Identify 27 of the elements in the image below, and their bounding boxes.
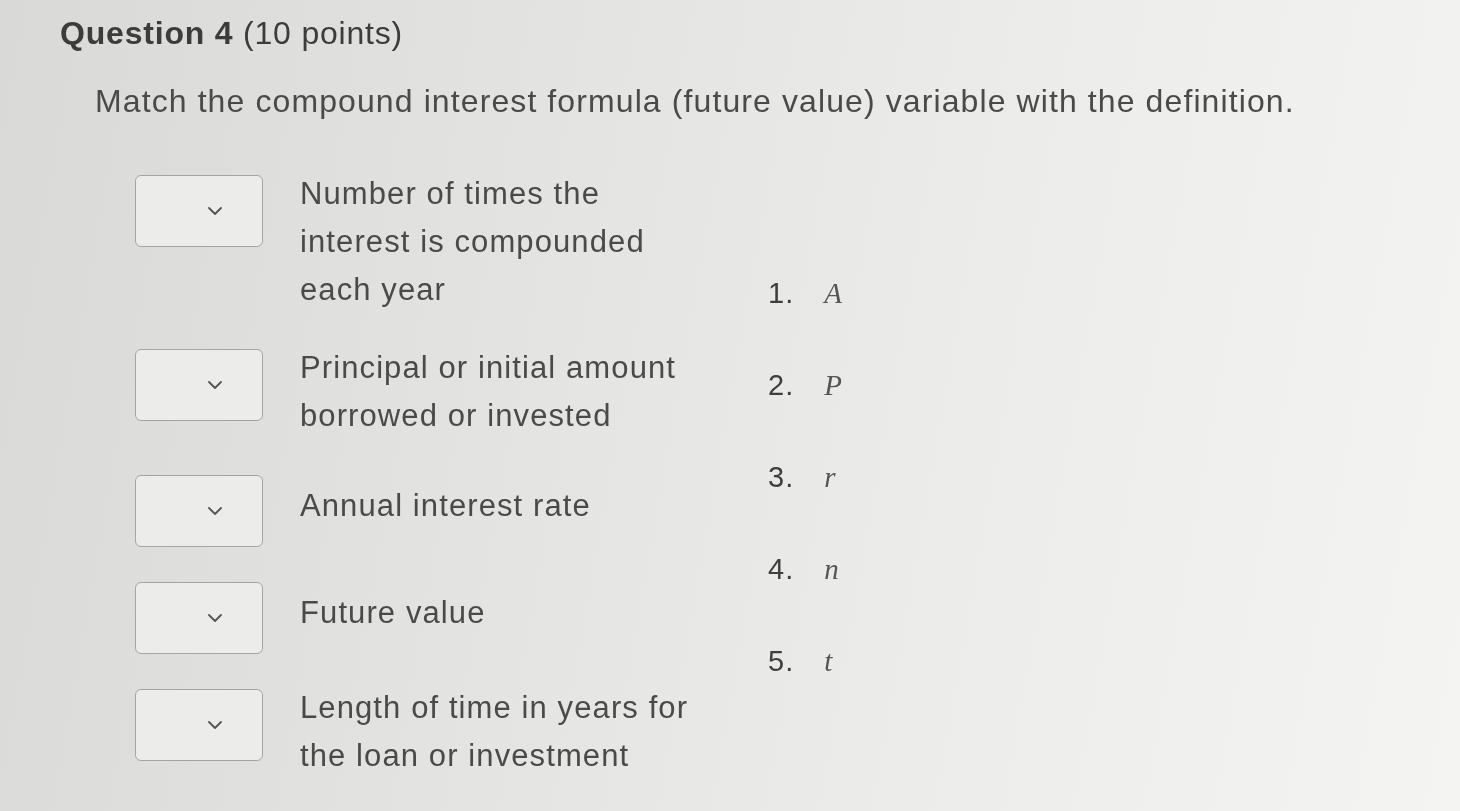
option-number: 5. <box>768 644 795 679</box>
option-number: 4. <box>768 552 795 587</box>
answer-dropdown[interactable] <box>135 349 263 421</box>
chevron-down-icon <box>208 207 222 215</box>
option-number: 3. <box>768 460 795 495</box>
answer-dropdown[interactable] <box>135 582 263 654</box>
question-title: Question 4 (10 points) <box>60 14 404 52</box>
option-number: 1. <box>768 276 795 311</box>
variable-label: P <box>824 368 842 403</box>
definition-text: Principal or initial amount borrowed or invested <box>300 349 678 435</box>
chevron-down-icon <box>208 381 222 389</box>
option-number: 2. <box>768 368 795 403</box>
definition-text: Length of time in years for the loan or investment <box>300 689 690 775</box>
chevron-down-icon <box>208 507 222 515</box>
question-prompt: Match the compound interest formula (future value) variable with the definition. <box>95 83 1295 119</box>
variable-label: t <box>824 644 833 679</box>
variable-label: A <box>824 276 842 311</box>
variable-label: n <box>824 552 839 587</box>
answer-dropdown[interactable] <box>135 475 263 547</box>
chevron-down-icon <box>208 721 222 729</box>
variable-label: r <box>824 460 836 495</box>
definition-text: Annual interest rate <box>300 487 591 525</box>
definition-text: Future value <box>300 594 486 632</box>
answer-dropdown[interactable] <box>135 689 263 761</box>
definition-text: Number of times the interest is compounded each year <box>300 175 646 309</box>
answer-dropdown[interactable] <box>135 175 263 247</box>
chevron-down-icon <box>208 614 222 622</box>
